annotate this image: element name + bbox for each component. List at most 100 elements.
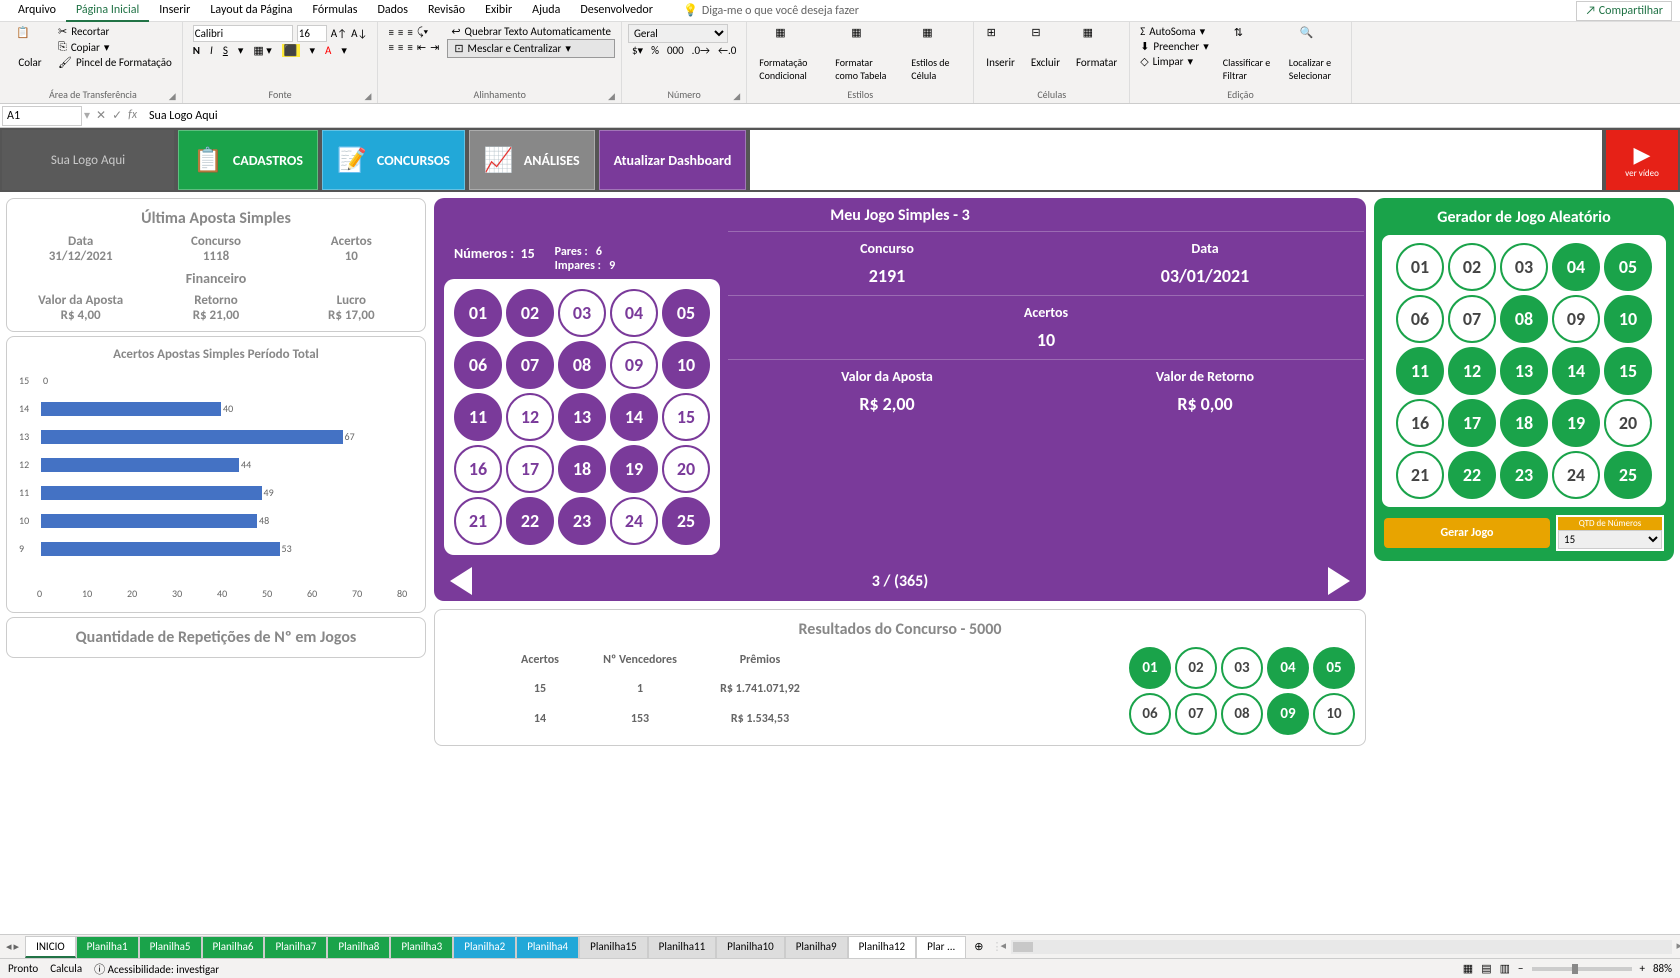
underline-button[interactable]: S bbox=[223, 44, 228, 57]
concursos-button[interactable]: 📝CONCURSOS bbox=[322, 130, 465, 190]
sort-filter-button[interactable]: ⇅Classificar e Filtrar bbox=[1217, 24, 1279, 84]
sheet-tab-inicio[interactable]: INICIO bbox=[25, 936, 76, 958]
fill-color-button[interactable]: ⬛ bbox=[282, 44, 300, 57]
cancel-formula[interactable]: ✕ bbox=[96, 108, 106, 123]
gerar-jogo-button[interactable]: Gerar Jogo bbox=[1384, 518, 1550, 548]
ribbon-tab-layout-da-página[interactable]: Layout da Página bbox=[200, 0, 302, 22]
sheet-tab-plar ...[interactable]: Plar ... bbox=[916, 936, 966, 958]
ribbon-tab-dados[interactable]: Dados bbox=[367, 0, 417, 22]
font-color-button[interactable]: A bbox=[325, 44, 331, 57]
sheet-tab-planilha15[interactable]: Planilha15 bbox=[579, 936, 648, 958]
ribbon-tab-arquivo[interactable]: Arquivo bbox=[8, 0, 66, 22]
formula-input[interactable]: Sua Logo Aqui bbox=[143, 107, 1680, 125]
tell-me[interactable]: 💡 Diga-me o que você deseja fazer bbox=[683, 3, 859, 18]
sheet-tab-planilha4[interactable]: Planilha4 bbox=[516, 936, 579, 958]
ribbon-tab-fórmulas[interactable]: Fórmulas bbox=[303, 0, 368, 22]
sheet-tab-planilha6[interactable]: Planilha6 bbox=[202, 936, 265, 958]
decrease-decimal-button[interactable]: ←.0 bbox=[718, 44, 736, 57]
ribbon-tab-página-inicial[interactable]: Página Inicial bbox=[66, 0, 149, 22]
align-right-button[interactable]: ≡ bbox=[407, 41, 412, 54]
shrink-font-button[interactable]: A↓ bbox=[351, 27, 367, 40]
view-page-layout[interactable]: ▤ bbox=[1481, 962, 1491, 975]
prev-arrow[interactable] bbox=[450, 567, 472, 595]
alignment-dialog-launcher[interactable]: ◢ bbox=[608, 91, 618, 101]
sheet-tab-planilha2[interactable]: Planilha2 bbox=[453, 936, 516, 958]
sheet-tab-planilha7[interactable]: Planilha7 bbox=[264, 936, 327, 958]
copy-button[interactable]: ⎘ Copiar ▾ bbox=[54, 39, 176, 55]
autosum-button[interactable]: Σ AutoSoma ▾ bbox=[1136, 24, 1213, 39]
percent-button[interactable]: % bbox=[651, 44, 659, 57]
add-sheet-button[interactable]: ⊕ bbox=[966, 940, 991, 953]
format-painter-button[interactable]: 🖌 Pincel de Formatação bbox=[54, 55, 176, 70]
name-box[interactable] bbox=[2, 106, 82, 126]
delete-button[interactable]: ⊟Excluir bbox=[1025, 24, 1066, 71]
clear-button[interactable]: ◇ Limpar ▾ bbox=[1136, 54, 1213, 69]
align-left-button[interactable]: ≡ bbox=[388, 41, 393, 54]
accessibility-status[interactable]: ⓘ Acessibilidade: investigar bbox=[94, 961, 219, 977]
video-button[interactable]: ▶ver vídeo bbox=[1606, 130, 1678, 190]
clipboard-dialog-launcher[interactable]: ◢ bbox=[169, 91, 179, 101]
find-select-button[interactable]: 🔍Localizar e Selecionar bbox=[1283, 24, 1345, 84]
merge-center-button[interactable]: ⊡ Mesclar e Centralizar ▾ bbox=[447, 39, 615, 58]
zoom-level[interactable]: 88% bbox=[1653, 962, 1672, 975]
grow-font-button[interactable]: A↑ bbox=[331, 27, 347, 40]
currency-button[interactable]: $▾ bbox=[632, 44, 643, 57]
align-bottom-button[interactable]: ≡ bbox=[407, 26, 412, 39]
next-arrow[interactable] bbox=[1328, 567, 1350, 595]
align-middle-button[interactable]: ≡ bbox=[398, 26, 403, 39]
number-dialog-launcher[interactable]: ◢ bbox=[733, 91, 743, 101]
borders-button[interactable]: ▦ ▾ bbox=[253, 44, 271, 57]
sheet-tab-planilha1[interactable]: Planilha1 bbox=[76, 936, 139, 958]
sheet-tab-planilha10[interactable]: Planilha10 bbox=[716, 936, 785, 958]
format-button[interactable]: ▦Formatar bbox=[1070, 24, 1123, 71]
indent-dec-button[interactable]: ⇤ bbox=[417, 41, 426, 54]
conditional-format-button[interactable]: ▦Formatação Condicional bbox=[753, 24, 825, 84]
cell-styles-button[interactable]: ▦Estilos de Célula bbox=[905, 24, 967, 84]
ribbon-tab-ajuda[interactable]: Ajuda bbox=[522, 0, 570, 22]
zoom-in[interactable]: + bbox=[1640, 962, 1645, 975]
sheet-tab-planilha12[interactable]: Planilha12 bbox=[848, 936, 917, 958]
zoom-slider[interactable] bbox=[1532, 967, 1632, 971]
sheet-tab-planilha8[interactable]: Planilha8 bbox=[327, 936, 390, 958]
format-table-button[interactable]: ▦Formatar como Tabela bbox=[829, 24, 901, 84]
cut-button[interactable]: ✂ Recortar bbox=[54, 24, 176, 39]
qtd-select[interactable]: 15 bbox=[1558, 530, 1662, 549]
sheet-tab-planilha11[interactable]: Planilha11 bbox=[648, 936, 717, 958]
sheet-nav-first[interactable]: ◂ bbox=[6, 940, 12, 953]
font-size-combo[interactable] bbox=[297, 25, 327, 42]
atualizar-button[interactable]: Atualizar Dashboard bbox=[599, 130, 747, 190]
wrap-text-button[interactable]: ↩ Quebrar Texto Automaticamente bbox=[447, 24, 615, 39]
italic-button[interactable]: I bbox=[210, 44, 213, 57]
analises-button[interactable]: 📈ANÁLISES bbox=[469, 130, 595, 190]
comma-button[interactable]: 000 bbox=[667, 44, 684, 57]
number-6: 06 bbox=[1396, 295, 1444, 343]
horizontal-scrollbar[interactable]: ◂ ▸ bbox=[1003, 940, 1680, 954]
ribbon-tab-desenvolvedor[interactable]: Desenvolvedor bbox=[570, 0, 663, 22]
fx-button[interactable]: fx bbox=[128, 108, 137, 123]
ribbon-tab-inserir[interactable]: Inserir bbox=[149, 0, 200, 22]
font-name-combo[interactable] bbox=[193, 25, 293, 42]
ribbon-tab-revisão[interactable]: Revisão bbox=[418, 0, 475, 22]
cadastros-button[interactable]: 📋CADASTROS bbox=[178, 130, 318, 190]
fill-button[interactable]: ⬇ Preencher ▾ bbox=[1136, 39, 1213, 54]
sheet-tab-planilha3[interactable]: Planilha3 bbox=[390, 936, 453, 958]
number-format-combo[interactable]: Geral bbox=[628, 24, 728, 43]
align-top-button[interactable]: ≡ bbox=[388, 26, 393, 39]
sheet-nav-next[interactable]: ▸ bbox=[14, 940, 20, 953]
sheet-tab-planilha5[interactable]: Planilha5 bbox=[139, 936, 202, 958]
accept-formula[interactable]: ✓ bbox=[112, 108, 122, 123]
indent-inc-button[interactable]: ⇥ bbox=[430, 41, 439, 54]
view-normal[interactable]: ▦ bbox=[1463, 962, 1473, 975]
ribbon-tab-exibir[interactable]: Exibir bbox=[475, 0, 522, 22]
sheet-tab-planilha9[interactable]: Planilha9 bbox=[785, 936, 848, 958]
zoom-out[interactable]: − bbox=[1518, 962, 1523, 975]
share-button[interactable]: ↗ Compartilhar bbox=[1576, 1, 1672, 21]
increase-decimal-button[interactable]: .0→ bbox=[692, 44, 710, 57]
align-center-button[interactable]: ≡ bbox=[398, 41, 403, 54]
font-dialog-launcher[interactable]: ◢ bbox=[364, 91, 374, 101]
view-page-break[interactable]: ▥ bbox=[1500, 962, 1510, 975]
insert-button[interactable]: ⊞Inserir bbox=[980, 24, 1021, 71]
bold-button[interactable]: N bbox=[193, 44, 200, 57]
orientation-button[interactable]: ⤹▾ bbox=[417, 25, 428, 39]
paste-button[interactable]: 📋 Colar bbox=[10, 24, 50, 71]
